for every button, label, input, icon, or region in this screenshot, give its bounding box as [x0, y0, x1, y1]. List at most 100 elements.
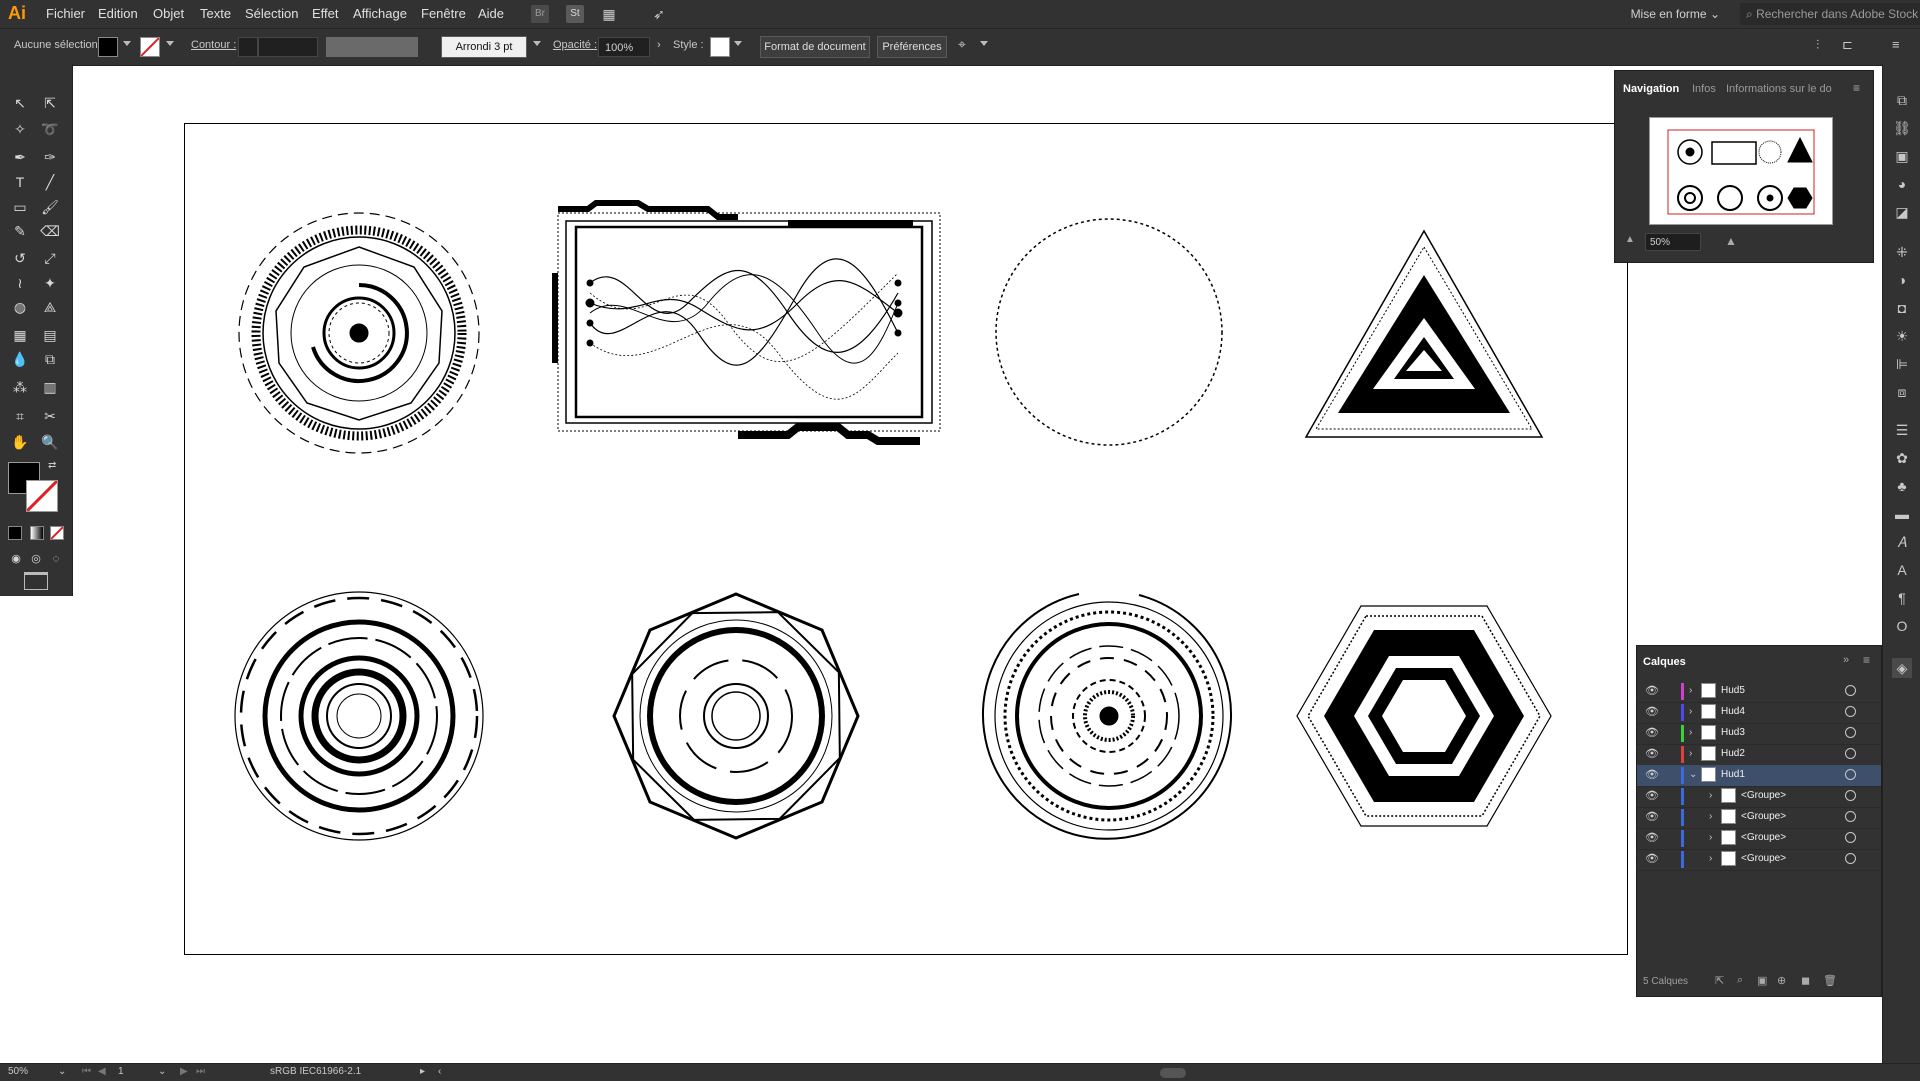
- warp-tool-icon[interactable]: ≀: [8, 272, 32, 294]
- layer-row-selected[interactable]: 👁 ⌄ Hud1: [1637, 765, 1881, 787]
- puppet-warp-icon[interactable]: ✦: [38, 272, 62, 294]
- target-icon[interactable]: [1845, 748, 1856, 759]
- search-stock-input[interactable]: ⌕ Rechercher dans Adobe Stock: [1740, 3, 1920, 25]
- slice-tool-icon[interactable]: ✂: [38, 405, 62, 427]
- target-icon[interactable]: [1845, 685, 1856, 696]
- new-layer-icon[interactable]: ◼: [1801, 974, 1810, 987]
- shape-builder-icon[interactable]: ◍: [8, 296, 32, 318]
- chevron-right-icon[interactable]: ›: [1709, 852, 1719, 866]
- perspective-grid-icon[interactable]: ⟁: [38, 296, 62, 318]
- gpu-rocket-icon[interactable]: ➶: [650, 5, 668, 23]
- paragraph-icon[interactable]: ¶: [1892, 588, 1912, 608]
- color-mode-icon[interactable]: [8, 526, 22, 540]
- visibility-eye-icon[interactable]: 👁: [1645, 727, 1659, 739]
- chevron-down-icon[interactable]: [980, 41, 988, 46]
- chevron-right-icon[interactable]: ›: [1689, 726, 1699, 740]
- club-icon[interactable]: ♣: [1892, 476, 1912, 496]
- layers-title[interactable]: Calques: [1643, 656, 1686, 668]
- line-tool-icon[interactable]: ╱: [38, 171, 62, 193]
- status-zoom[interactable]: 50%: [8, 1066, 28, 1077]
- stroke-label[interactable]: Contour :: [191, 39, 236, 51]
- pen-tool-icon[interactable]: ✒: [8, 146, 32, 168]
- workspace-switcher[interactable]: Mise en forme ⌄: [1631, 0, 1720, 28]
- target-icon[interactable]: [1845, 811, 1856, 822]
- chevron-right-icon[interactable]: ▸: [420, 1066, 425, 1077]
- transform-icon[interactable]: ⁜: [1892, 242, 1912, 262]
- menu-affichage[interactable]: Affichage: [353, 0, 407, 28]
- fill-swatch[interactable]: [98, 37, 118, 57]
- variable-width-profile[interactable]: [326, 37, 418, 57]
- menu-texte[interactable]: Texte: [200, 0, 231, 28]
- menu-objet[interactable]: Objet: [153, 0, 184, 28]
- bridge-icon[interactable]: Br: [531, 5, 549, 23]
- visibility-eye-icon[interactable]: 👁: [1645, 769, 1659, 781]
- first-artboard-icon[interactable]: ⏮: [82, 1066, 91, 1077]
- menu-selection[interactable]: Sélection: [245, 0, 298, 28]
- document-format-button[interactable]: Format de document: [760, 36, 870, 58]
- screen-mode-icon[interactable]: [24, 572, 48, 590]
- draw-inside-icon[interactable]: ◌: [44, 548, 68, 570]
- gradient-icon[interactable]: ▬: [1892, 504, 1912, 524]
- appearance-icon[interactable]: ◘: [1892, 298, 1912, 318]
- prev-artboard-icon[interactable]: ◀: [98, 1066, 106, 1077]
- type-tool-icon[interactable]: T: [8, 171, 32, 193]
- sublayer-row[interactable]: 👁 › <Groupe>: [1637, 828, 1881, 850]
- eyedropper-icon[interactable]: 💧: [8, 348, 32, 370]
- sublayer-row[interactable]: 👁 › <Groupe>: [1637, 849, 1881, 871]
- color-guide-icon[interactable]: ◕: [1892, 174, 1912, 194]
- shaper-tool-icon[interactable]: ✎: [8, 220, 32, 242]
- artboard-tool-icon[interactable]: ⌗: [8, 405, 32, 427]
- new-sublayer-icon[interactable]: ⊕: [1777, 974, 1786, 987]
- selection-tool-icon[interactable]: ↖: [8, 92, 32, 114]
- chevron-down-icon[interactable]: ⌄: [58, 1066, 66, 1077]
- stroke-swatch[interactable]: [140, 37, 160, 57]
- character-styles-icon[interactable]: A: [1892, 560, 1912, 580]
- tab-infos[interactable]: Infos: [1692, 83, 1716, 95]
- magic-wand-icon[interactable]: ✧: [8, 118, 32, 140]
- transform-icon[interactable]: ⌖: [958, 36, 966, 53]
- layers-icon[interactable]: ◈: [1892, 658, 1912, 678]
- menu-effet[interactable]: Effet: [312, 0, 339, 28]
- target-icon[interactable]: [1845, 769, 1856, 780]
- visibility-eye-icon[interactable]: 👁: [1645, 685, 1659, 697]
- scale-tool-icon[interactable]: ⤢: [38, 247, 62, 269]
- document-icon[interactable]: ◪: [1892, 202, 1912, 222]
- scroll-left-icon[interactable]: ‹: [438, 1066, 441, 1077]
- horizontal-scrollbar[interactable]: [1160, 1068, 1186, 1078]
- collapse-panel-icon[interactable]: »: [1843, 654, 1849, 666]
- chevron-right-icon[interactable]: ›: [1689, 684, 1699, 698]
- layer-row[interactable]: 👁 › Hud2: [1637, 744, 1881, 766]
- tab-navigation[interactable]: Navigation: [1623, 83, 1679, 95]
- visibility-eye-icon[interactable]: 👁: [1645, 706, 1659, 718]
- sublayer-row[interactable]: 👁 › <Groupe>: [1637, 807, 1881, 829]
- paintbrush-icon[interactable]: 🖌: [38, 196, 62, 218]
- stroke-weight-stepper[interactable]: [238, 37, 258, 57]
- opacity-field[interactable]: 100%: [598, 37, 650, 57]
- menu-fenetre[interactable]: Fenêtre: [421, 0, 466, 28]
- links-icon[interactable]: ⛓: [1892, 118, 1912, 138]
- chevron-right-icon[interactable]: ›: [657, 39, 661, 51]
- character-icon[interactable]: 𝐴: [1892, 532, 1912, 552]
- align-icon[interactable]: ⫶: [1816, 37, 1819, 53]
- navigator-thumbnail[interactable]: [1649, 117, 1833, 225]
- panel-menu-icon[interactable]: ≡: [1863, 653, 1870, 667]
- artboard-number[interactable]: 1: [118, 1066, 124, 1077]
- style-swatch[interactable]: [710, 37, 730, 57]
- layer-row[interactable]: 👁 › Hud3: [1637, 723, 1881, 745]
- swap-colors-icon[interactable]: ⇄: [48, 460, 60, 472]
- chevron-down-icon[interactable]: [533, 41, 541, 46]
- export-icon[interactable]: ⇱: [1715, 974, 1724, 987]
- tab-document-info[interactable]: Informations sur le do: [1726, 83, 1832, 95]
- nav-zoom-field[interactable]: 50%: [1645, 233, 1701, 251]
- stock-icon[interactable]: St: [566, 5, 584, 23]
- visibility-eye-icon[interactable]: 👁: [1645, 748, 1659, 760]
- trash-icon[interactable]: 🗑: [1823, 974, 1837, 987]
- preferences-button[interactable]: Préférences: [877, 36, 947, 58]
- hand-tool-icon[interactable]: ✋: [8, 431, 32, 453]
- graph-tool-icon[interactable]: ▥: [38, 376, 62, 398]
- zoom-out-icon[interactable]: ▲: [1625, 234, 1635, 245]
- blend-tool-icon[interactable]: ⧉: [38, 348, 62, 370]
- brush-definition[interactable]: Arrondi 3 pt: [441, 36, 527, 58]
- curvature-tool-icon[interactable]: ✑: [38, 146, 62, 168]
- zoom-tool-icon[interactable]: 🔍: [38, 431, 62, 453]
